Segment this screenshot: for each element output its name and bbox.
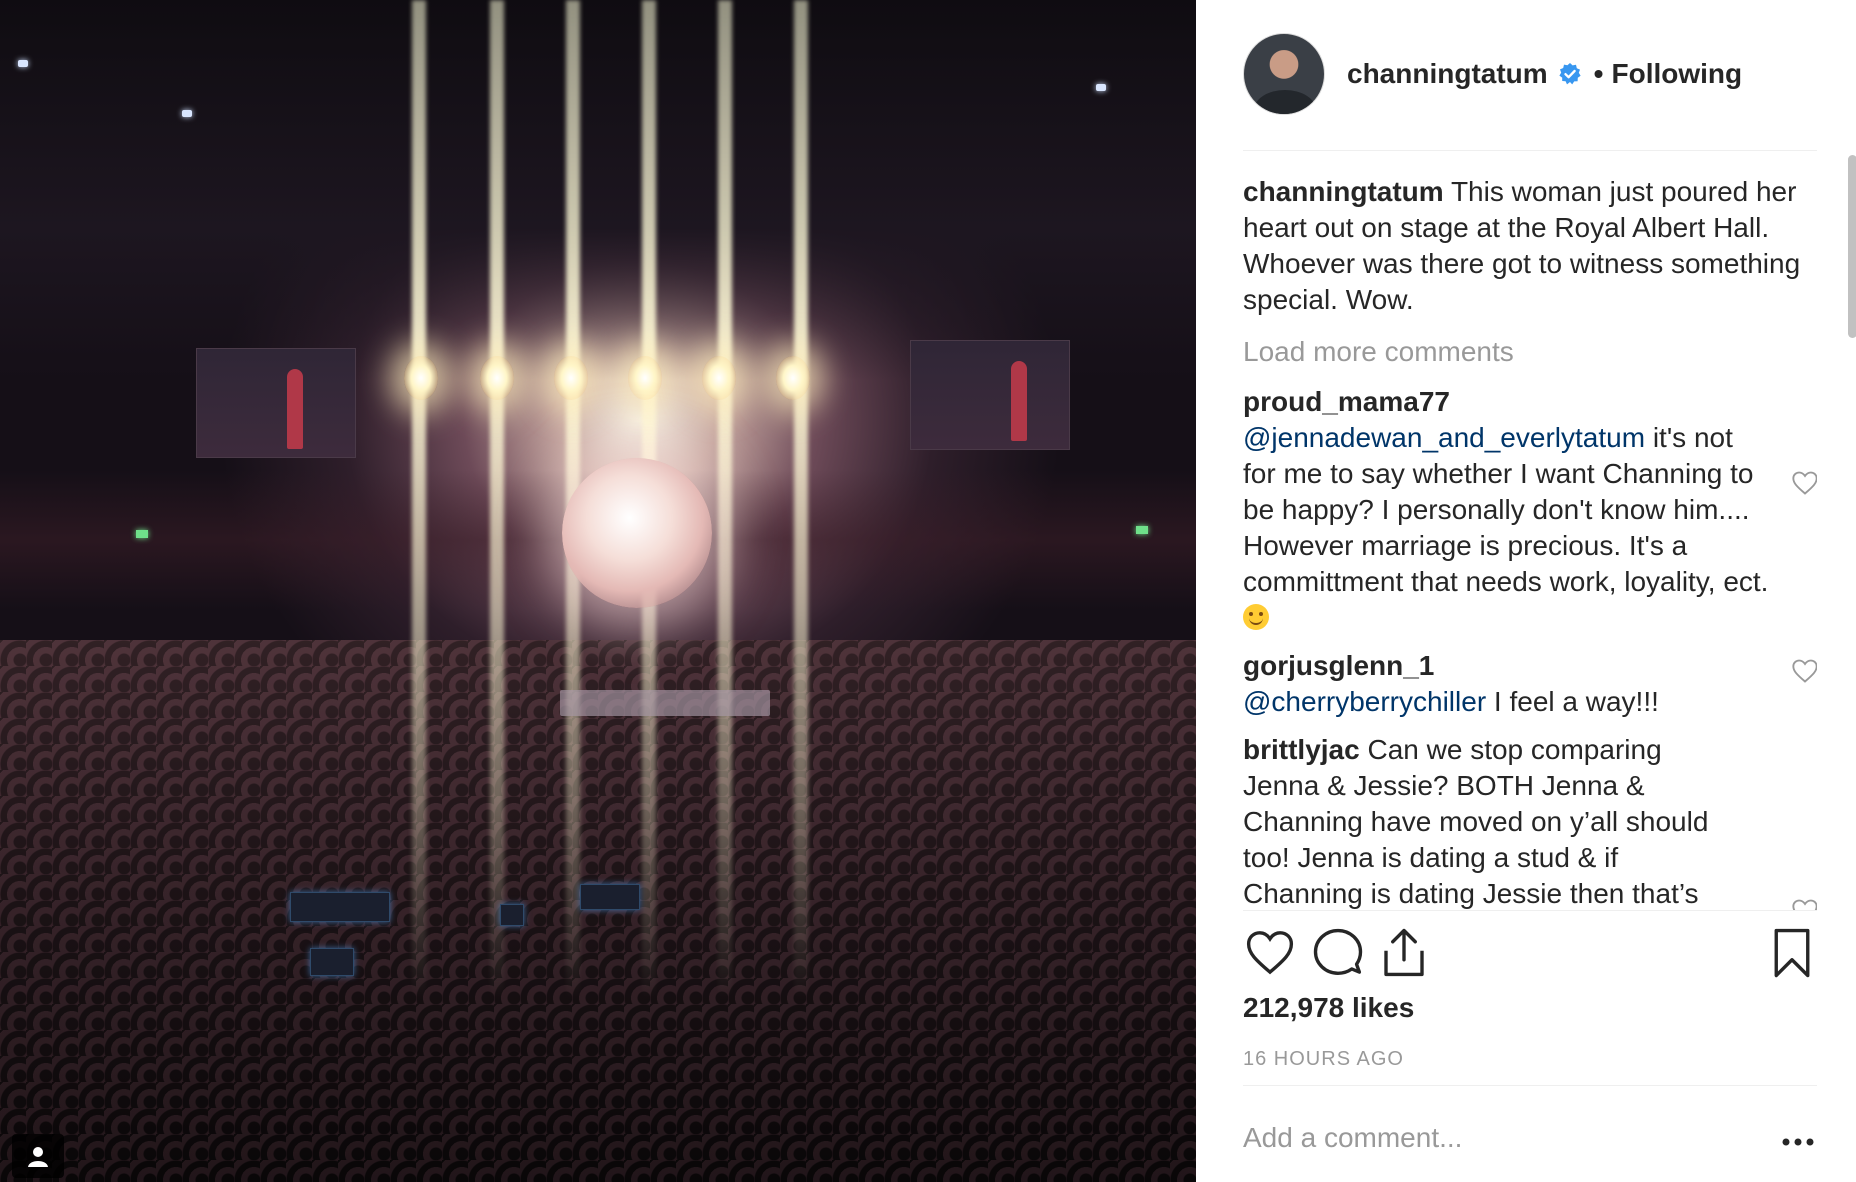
ceiling-light bbox=[182, 110, 192, 117]
post-caption: channingtatum This woman just poured her… bbox=[1243, 174, 1817, 318]
comment-like-heart-icon[interactable] bbox=[1791, 470, 1817, 496]
comment-username[interactable]: proud_mama77 bbox=[1243, 386, 1450, 417]
video-screen-right bbox=[910, 340, 1070, 450]
stage-lamp bbox=[702, 356, 736, 400]
post-photo[interactable] bbox=[0, 0, 1196, 1182]
comment-body: proud_mama77 @jennadewan_and_everlytatum… bbox=[1243, 384, 1773, 636]
share-upload-icon[interactable] bbox=[1377, 926, 1431, 980]
stage-projection bbox=[562, 458, 712, 608]
ellipsis-icon[interactable] bbox=[1778, 1132, 1818, 1152]
comment-like-heart-icon[interactable] bbox=[1791, 898, 1817, 910]
audience-crowd bbox=[0, 640, 1196, 1182]
comment-body: brittlyjac Can we stop comparing Jenna &… bbox=[1243, 732, 1723, 910]
avatar[interactable] bbox=[1243, 33, 1325, 115]
comment-item: gorjusglenn_1 @cherryberrychiller I feel… bbox=[1243, 648, 1817, 720]
stage-lamp bbox=[554, 356, 588, 400]
comment-mention[interactable]: @cherryberrychiller bbox=[1243, 686, 1486, 717]
ceiling-light bbox=[18, 60, 28, 67]
sound-console bbox=[580, 884, 640, 910]
add-comment-input[interactable]: Add a comment... bbox=[1243, 1122, 1462, 1154]
load-more-comments-button[interactable]: Load more comments bbox=[1243, 334, 1817, 370]
comments-scrollbar[interactable] bbox=[1848, 155, 1856, 338]
verified-badge-icon bbox=[1559, 63, 1581, 85]
likes-count[interactable]: 212,978 likes bbox=[1243, 992, 1414, 1024]
exit-light bbox=[136, 530, 148, 538]
avatar-shirt bbox=[1254, 90, 1316, 114]
smiling-face-emoji-icon bbox=[1243, 604, 1269, 630]
video-screen-left bbox=[196, 348, 356, 458]
comment-username[interactable]: gorjusglenn_1 bbox=[1243, 650, 1434, 681]
ceiling-light bbox=[1096, 84, 1106, 91]
comment-like-heart-icon[interactable] bbox=[1791, 658, 1817, 684]
sound-console bbox=[310, 948, 354, 976]
sound-console bbox=[500, 904, 524, 926]
post-header: channingtatum • Following bbox=[1243, 33, 1856, 115]
author-username[interactable]: channingtatum bbox=[1347, 58, 1548, 90]
bookmark-icon[interactable] bbox=[1765, 926, 1819, 980]
following-button[interactable]: Following bbox=[1611, 58, 1742, 90]
exit-light bbox=[1136, 526, 1148, 534]
stage bbox=[560, 690, 770, 716]
actions-divider bbox=[1243, 910, 1817, 911]
light-beam bbox=[490, 0, 504, 1000]
comment-username[interactable]: brittlyjac bbox=[1243, 734, 1360, 765]
comment-body: gorjusglenn_1 @cherryberrychiller I feel… bbox=[1243, 648, 1663, 720]
stage-lamp bbox=[776, 356, 810, 400]
post-details-panel: channingtatum • Following channingtatum … bbox=[1196, 0, 1856, 1182]
heart-icon[interactable] bbox=[1243, 926, 1297, 980]
post-timestamp[interactable]: 16 HOURS AGO bbox=[1243, 1048, 1404, 1071]
stage-lamp bbox=[628, 356, 662, 400]
light-beam bbox=[718, 0, 732, 1000]
sound-console bbox=[290, 892, 390, 922]
comment-text: I feel a way!!! bbox=[1493, 686, 1659, 717]
comment-bubble-icon[interactable] bbox=[1311, 926, 1365, 980]
header-divider bbox=[1243, 150, 1817, 151]
comments-list: channingtatum This woman just poured her… bbox=[1243, 174, 1817, 910]
light-beam bbox=[794, 0, 808, 1000]
light-beam bbox=[412, 0, 426, 1000]
comment-mention[interactable]: @jennadewan_and_everlytatum bbox=[1243, 422, 1645, 453]
tagged-users-button[interactable] bbox=[12, 1134, 64, 1178]
hall-ceiling bbox=[0, 0, 1196, 380]
comment-item: proud_mama77 @jennadewan_and_everlytatum… bbox=[1243, 384, 1817, 636]
separator-dot: • bbox=[1593, 58, 1604, 89]
action-bar bbox=[1243, 926, 1817, 982]
stage-lamp bbox=[480, 356, 514, 400]
stage-lamp bbox=[404, 356, 438, 400]
comment-item: brittlyjac Can we stop comparing Jenna &… bbox=[1243, 732, 1817, 910]
comment-input-divider bbox=[1243, 1085, 1817, 1086]
singer-figure bbox=[287, 369, 303, 449]
singer-figure bbox=[1011, 361, 1027, 441]
user-tag-icon bbox=[28, 1147, 48, 1167]
caption-author[interactable]: channingtatum bbox=[1243, 176, 1444, 207]
